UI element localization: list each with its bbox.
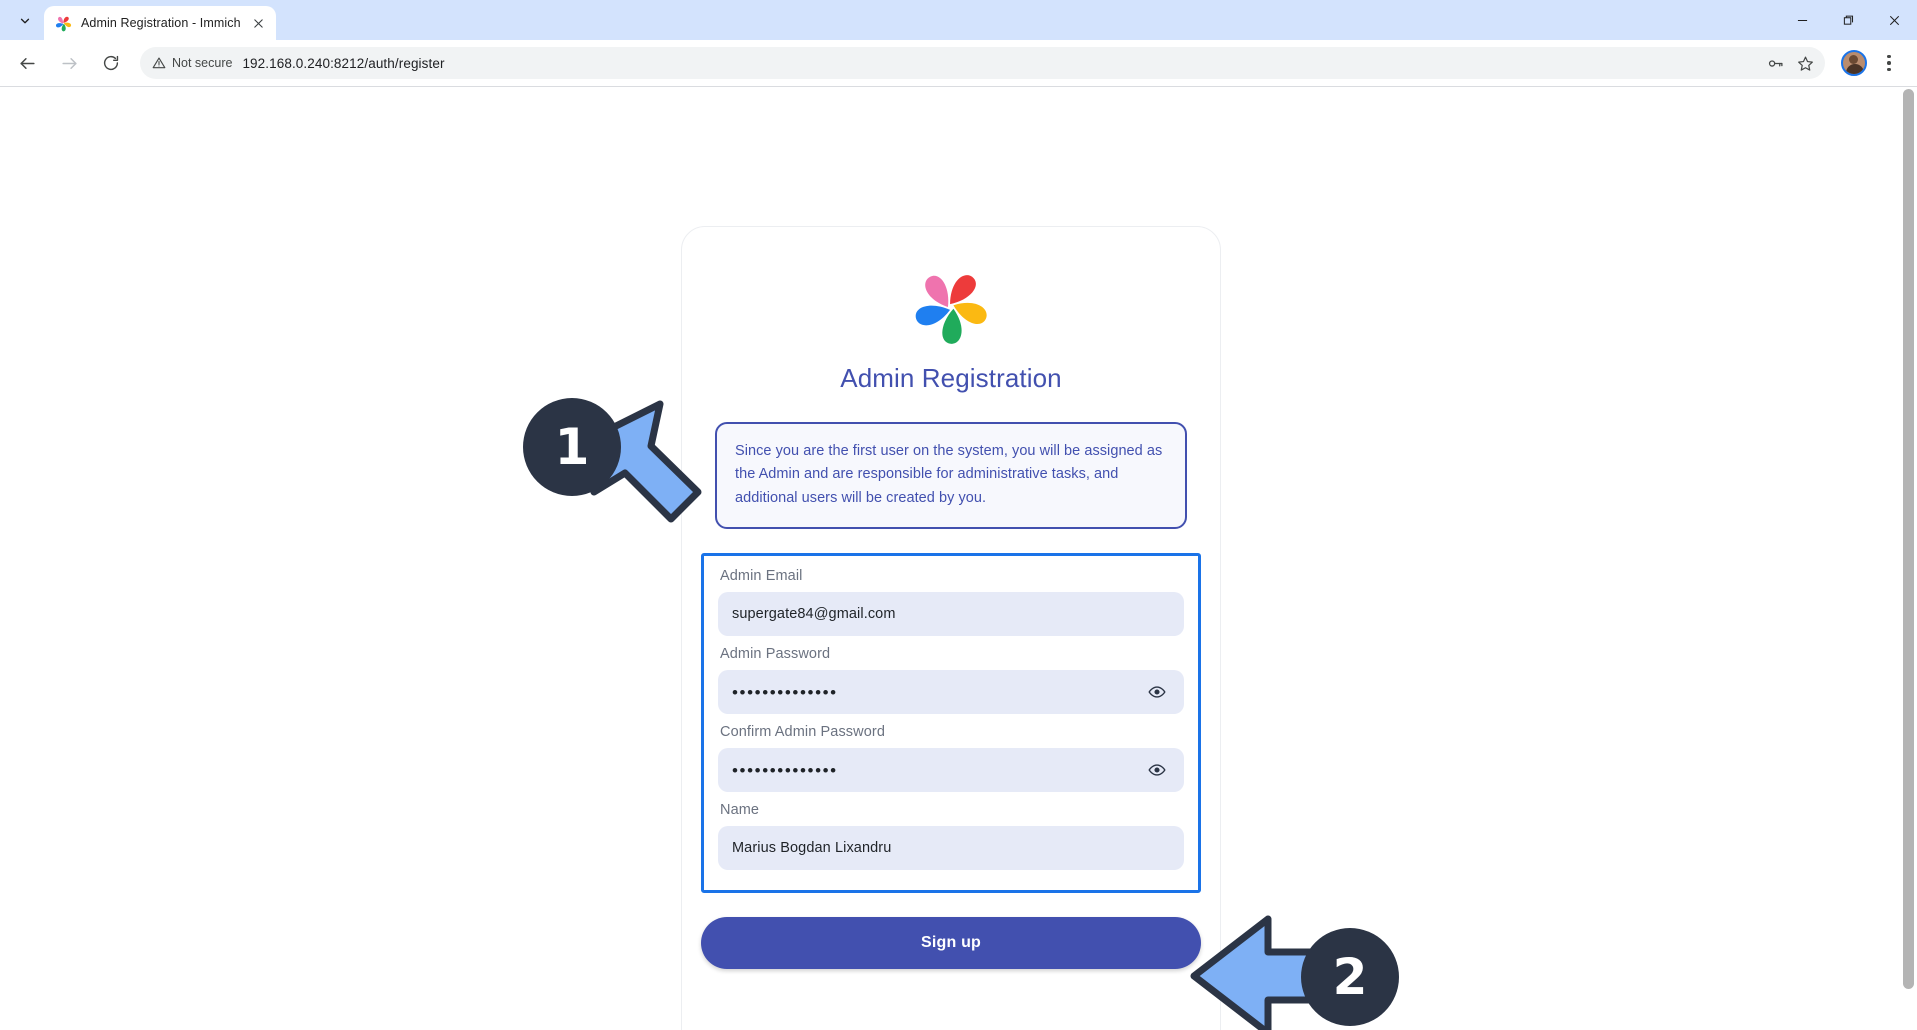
chevron-down-icon — [18, 14, 32, 28]
confirm-admin-password-input[interactable]: •••••••••••••• — [732, 762, 1138, 779]
url-text: 192.168.0.240:8212/auth/register — [242, 55, 445, 71]
field-admin-password: Admin Password •••••••••••••• — [718, 646, 1184, 715]
field-confirm-admin-password: Confirm Admin Password •••••••••••••• — [718, 724, 1184, 793]
security-status[interactable]: Not secure — [152, 56, 232, 70]
field-name: Name — [718, 802, 1184, 871]
confirm-admin-password-label: Confirm Admin Password — [720, 724, 885, 741]
window-controls — [1779, 0, 1917, 40]
admin-info-text: Since you are the first user on the syst… — [735, 443, 1163, 506]
admin-password-input-wrap[interactable]: •••••••••••••• — [718, 670, 1184, 715]
warning-triangle-icon — [152, 56, 166, 70]
admin-password-input[interactable]: •••••••••••••• — [732, 684, 1138, 701]
browser-window: Admin Registration - Immich Not secure 1… — [0, 0, 1917, 1030]
admin-info-notice: Since you are the first user on the syst… — [715, 422, 1187, 530]
admin-email-input-wrap[interactable] — [718, 592, 1184, 637]
page-viewport: Admin Registration Since you are the fir… — [0, 86, 1917, 1030]
close-window-icon[interactable] — [1871, 0, 1917, 40]
browser-toolbar: Not secure 192.168.0.240:8212/auth/regis… — [0, 40, 1917, 86]
admin-email-input[interactable] — [732, 606, 1170, 623]
security-label: Not secure — [172, 56, 233, 70]
tab-title: Admin Registration - Immich — [81, 16, 241, 30]
tab-strip: Admin Registration - Immich — [0, 0, 1917, 40]
registration-card: Admin Registration Since you are the fir… — [681, 226, 1221, 1030]
address-bar[interactable]: Not secure 192.168.0.240:8212/auth/regis… — [140, 47, 1825, 79]
forward-arrow-icon[interactable] — [52, 46, 86, 80]
star-icon[interactable] — [1791, 49, 1819, 77]
name-label: Name — [720, 802, 760, 819]
name-input[interactable] — [732, 840, 1170, 857]
page-scrollbar[interactable] — [1900, 87, 1917, 1030]
reload-icon[interactable] — [94, 46, 128, 80]
three-dot-menu-icon[interactable] — [1875, 49, 1903, 77]
eye-icon[interactable] — [1144, 679, 1170, 705]
immich-logo-icon — [913, 269, 989, 345]
restore-window-icon[interactable] — [1825, 0, 1871, 40]
confirm-admin-password-input-wrap[interactable]: •••••••••••••• — [718, 748, 1184, 793]
avatar-icon[interactable] — [1841, 50, 1867, 76]
signup-button[interactable]: Sign up — [701, 917, 1201, 970]
back-arrow-icon[interactable] — [10, 46, 44, 80]
tab-search-button[interactable] — [8, 6, 42, 36]
eye-icon[interactable] — [1144, 757, 1170, 783]
omnibox-actions — [1761, 49, 1819, 77]
name-input-wrap[interactable] — [718, 826, 1184, 871]
key-icon[interactable] — [1761, 49, 1789, 77]
registration-form-fields: Admin Email Admin Password •••••••••••••… — [701, 553, 1201, 894]
page-title: Admin Registration — [840, 363, 1062, 393]
admin-password-label: Admin Password — [720, 646, 831, 663]
immich-logo-icon — [55, 15, 72, 32]
browser-tab[interactable]: Admin Registration - Immich — [44, 6, 276, 40]
scrollbar-thumb[interactable] — [1903, 89, 1914, 989]
field-admin-email: Admin Email — [718, 568, 1184, 637]
admin-email-label: Admin Email — [720, 568, 803, 585]
minimize-icon[interactable] — [1779, 0, 1825, 40]
close-icon[interactable] — [248, 13, 268, 33]
